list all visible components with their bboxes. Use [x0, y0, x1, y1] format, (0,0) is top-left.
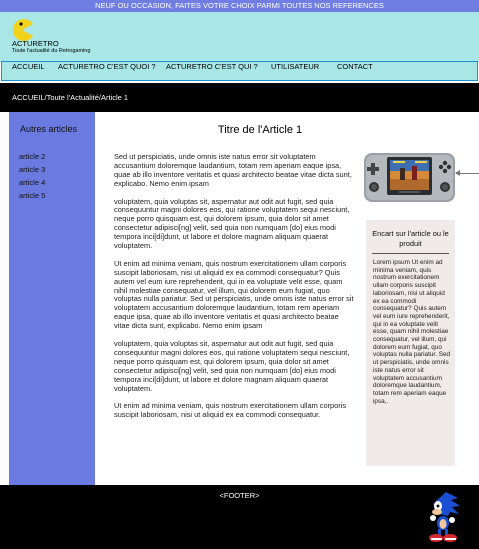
- sidebar-list: article 2 article 3 article 4 article 5: [19, 150, 45, 202]
- top-banner: NEUF OU OCCASION, FAITES VOTRE CHOIX PAR…: [0, 0, 479, 12]
- main-nav: ACCUEIL ACTURETRO C'EST QUOI ? ACTURETRO…: [1, 61, 478, 81]
- product-callout: Encart sur l'article ou le produit Lorem…: [366, 220, 455, 466]
- article-title: Titre de l'Article 1: [217, 124, 303, 136]
- nav-item-cest-quoi[interactable]: ACTURETRO C'EST QUOI ?: [58, 62, 156, 71]
- breadcrumb-bar: ACCUEIL/Toute l'Actualité/Article 1: [0, 83, 479, 112]
- footer-text: <FOOTER>: [219, 491, 260, 500]
- sidebar-item-article-2[interactable]: article 2: [19, 150, 45, 163]
- breadcrumb[interactable]: ACCUEIL/Toute l'Actualité/Article 1: [12, 93, 128, 102]
- callout-text: Lorem ipsum Ut enim ad minima veniam, qu…: [373, 259, 451, 405]
- sidebar-item-article-4[interactable]: article 4: [19, 176, 45, 189]
- sidebar-title: Autres articles: [20, 124, 78, 134]
- sidebar-item-article-3[interactable]: article 3: [19, 163, 45, 176]
- handheld-console-icon: [364, 153, 455, 202]
- site-brand[interactable]: ACTURETRO: [12, 39, 59, 48]
- arrow-left-icon: [455, 170, 460, 176]
- article-body: Sed ut perspiciatis, unde omnis iste nat…: [114, 152, 354, 429]
- callout-title: Encart sur l'article ou le produit: [372, 229, 449, 248]
- nav-item-utilisateur[interactable]: UTILISATEUR: [271, 62, 319, 71]
- nav-item-accueil[interactable]: ACCUEIL: [12, 62, 45, 71]
- article-paragraph: voluptatem, quia voluptas sit, aspernatu…: [114, 196, 350, 251]
- article-paragraph: Ut enim ad minima veniam, quis nostrum e…: [114, 258, 354, 331]
- site-tagline: Toute l'actualité du Retrogaming: [12, 48, 91, 54]
- article-paragraph: voluptatem, quia voluptas sit, aspernatu…: [114, 338, 350, 393]
- hedgehog-mascot-icon: [429, 492, 460, 542]
- nav-item-cest-qui[interactable]: ACTURETRO C'EST QUI ?: [166, 62, 258, 71]
- nav-item-contact[interactable]: CONTACT: [337, 62, 373, 71]
- sidebar: Autres articles article 2 article 3 arti…: [9, 112, 95, 485]
- callout-divider: [372, 253, 449, 254]
- sidebar-item-article-5[interactable]: article 5: [19, 189, 45, 202]
- article-paragraph: Sed ut perspiciatis, unde omnis iste nat…: [114, 152, 352, 188]
- article-paragraph: Ut enim ad minima veniam, quis nostrum e…: [114, 401, 347, 420]
- site-footer: <FOOTER>: [0, 485, 479, 549]
- site-header: ACTURETRO Toute l'actualité du Retrogami…: [0, 12, 479, 62]
